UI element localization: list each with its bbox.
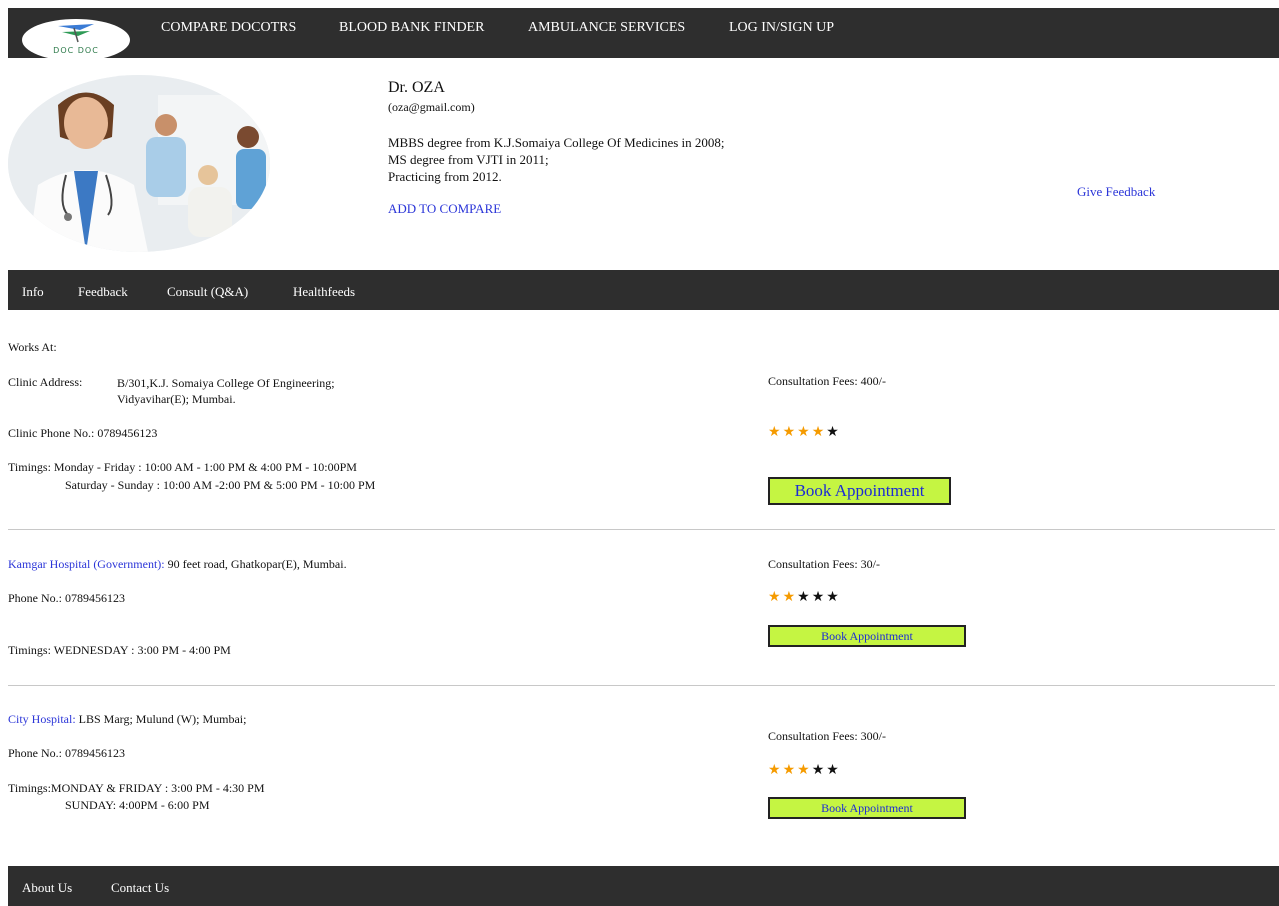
star-filled-icon: ★ — [811, 424, 827, 440]
tab-info[interactable]: Info — [22, 284, 44, 300]
qualification-line: Practicing from 2012. — [388, 169, 502, 184]
doctor-name: Dr. OZA — [388, 79, 445, 96]
star-empty-icon: ★ — [826, 589, 841, 605]
doctor-illustration — [8, 75, 270, 252]
qualification-line: MBBS degree from K.J.Somaiya College Of … — [388, 135, 725, 150]
hospital-city-book-appointment-button[interactable]: Book Appointment — [768, 797, 966, 819]
star-empty-icon: ★ — [811, 589, 827, 605]
star-filled-icon: ★ — [768, 762, 783, 778]
hospital-city-link[interactable]: City Hospital: — [8, 712, 76, 726]
hospital-city-timings-line1: Timings:MONDAY & FRIDAY : 3:00 PM - 4:30… — [8, 781, 265, 795]
hospital-city-address: LBS Marg; Mulund (W); Mumbai; — [78, 712, 247, 726]
star-filled-icon: ★ — [797, 424, 812, 440]
section-divider — [8, 529, 1275, 530]
star-empty-icon: ★ — [826, 424, 841, 440]
hospital-city-rating: ★★★★★ — [768, 762, 841, 778]
hospital-kamgar-address: 90 feet road, Ghatkopar(E), Mumbai. — [167, 557, 347, 571]
star-empty-icon: ★ — [797, 589, 812, 605]
nav-ambulance-services[interactable]: AMBULANCE SERVICES — [528, 20, 685, 36]
hospital-city-info: City Hospital: LBS Marg; Mulund (W); Mum… — [8, 712, 246, 727]
star-filled-icon: ★ — [797, 762, 812, 778]
nav-login-signup[interactable]: LOG IN/SIGN UP — [729, 20, 834, 36]
section-divider — [8, 685, 1275, 686]
footer-contact-us-link[interactable]: Contact Us — [111, 880, 169, 896]
footer-bar — [8, 866, 1279, 906]
clinic-timings-weekday: Timings: Monday - Friday : 10:00 AM - 1:… — [8, 460, 357, 474]
tab-consult-qa[interactable]: Consult (Q&A) — [167, 284, 248, 300]
clinic-consultation-fees: Consultation Fees: 400/- — [768, 374, 886, 388]
nav-blood-bank-finder[interactable]: BLOOD BANK FINDER — [339, 20, 484, 36]
star-empty-icon: ★ — [826, 762, 841, 778]
tab-healthfeeds[interactable]: Healthfeeds — [293, 284, 355, 300]
hospital-city-consultation-fees: Consultation Fees: 300/- — [768, 729, 886, 743]
hospital-city-phone: Phone No.: 0789456123 — [8, 746, 125, 760]
clinic-address-line: B/301,K.J. Somaiya College Of Engineerin… — [117, 376, 335, 390]
hospital-kamgar-rating: ★★★★★ — [768, 589, 841, 605]
clinic-address-label: Clinic Address: — [8, 375, 83, 389]
hospital-kamgar-link[interactable]: Kamgar Hospital (Government): — [8, 557, 165, 571]
clinic-timings-weekend: Saturday - Sunday : 10:00 AM -2:00 PM & … — [65, 478, 376, 492]
hospital-kamgar-consultation-fees: Consultation Fees: 30/- — [768, 557, 880, 571]
star-filled-icon: ★ — [782, 762, 798, 778]
qualification-line: MS degree from VJTI in 2011; — [388, 152, 549, 167]
works-at-label: Works At: — [8, 340, 57, 354]
doctor-qualifications: MBBS degree from K.J.Somaiya College Of … — [388, 134, 725, 185]
logo-text: DOC DOC — [53, 46, 99, 55]
star-filled-icon: ★ — [782, 589, 798, 605]
hospital-kamgar-timings: Timings: WEDNESDAY : 3:00 PM - 4:00 PM — [8, 643, 231, 657]
clinic-rating: ★★★★★ — [768, 424, 841, 440]
nav-compare-doctors[interactable]: COMPARE DOCOTRS — [161, 20, 296, 36]
hospital-kamgar-info: Kamgar Hospital (Government): 90 feet ro… — [8, 557, 347, 572]
logo-icon — [58, 24, 94, 43]
star-filled-icon: ★ — [782, 424, 798, 440]
give-feedback-link[interactable]: Give Feedback — [1077, 184, 1155, 200]
logo[interactable]: DOC DOC — [22, 19, 130, 61]
clinic-book-appointment-button[interactable]: Book Appointment — [768, 477, 951, 505]
clinic-phone: Clinic Phone No.: 0789456123 — [8, 426, 158, 440]
add-to-compare-link[interactable]: ADD TO COMPARE — [388, 201, 501, 217]
hospital-kamgar-book-appointment-button[interactable]: Book Appointment — [768, 625, 966, 647]
clinic-address-line: Vidyavihar(E); Mumbai. — [117, 392, 236, 406]
footer-about-us-link[interactable]: About Us — [22, 880, 72, 896]
doctor-photo — [8, 75, 270, 252]
doctor-email: (oza@gmail.com) — [388, 100, 475, 114]
tab-feedback[interactable]: Feedback — [78, 284, 128, 300]
hospital-city-timings-line2: SUNDAY: 4:00PM - 6:00 PM — [65, 798, 210, 812]
star-empty-icon: ★ — [811, 762, 827, 778]
star-filled-icon: ★ — [768, 589, 783, 605]
star-filled-icon: ★ — [768, 424, 783, 440]
hospital-kamgar-phone: Phone No.: 0789456123 — [8, 591, 125, 605]
clinic-address: B/301,K.J. Somaiya College Of Engineerin… — [117, 375, 335, 407]
